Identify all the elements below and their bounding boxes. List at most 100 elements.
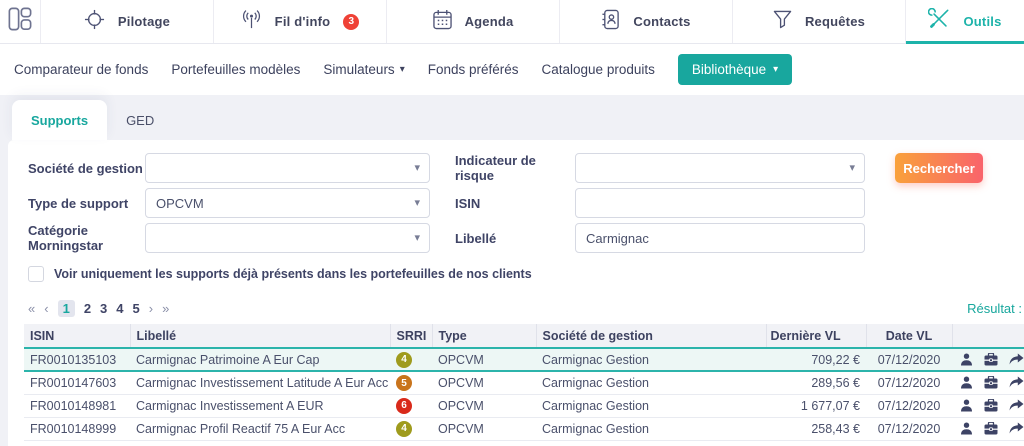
cell-type: OPCVM <box>432 371 536 394</box>
page-button-2[interactable]: 2 <box>84 301 91 316</box>
table-row[interactable]: FR0010135103 Carmignac Patrimoine A Eur … <box>24 348 1024 371</box>
cell-libelle: Carmignac Patrimoine A Eur Cap <box>130 348 390 371</box>
nav-item-requetes[interactable]: Requêtes <box>732 0 905 43</box>
cell-isin: FR0010135103 <box>24 348 130 371</box>
nav-item-agenda[interactable]: Agenda <box>386 0 559 43</box>
share-icon[interactable] <box>1009 422 1024 435</box>
srri-badge: 5 <box>396 375 412 391</box>
last-page-button[interactable]: » <box>162 301 169 316</box>
tab-supports[interactable]: Supports <box>12 100 107 140</box>
nav-item-outils[interactable]: Outils <box>905 0 1024 43</box>
select-value: OPCVM <box>156 196 204 211</box>
type-de-support-label: Type de support <box>28 196 145 211</box>
chevron-down-icon: ▾ <box>414 196 420 209</box>
column-header-libelle[interactable]: Libellé <box>130 324 390 348</box>
isin-label: ISIN <box>455 196 575 211</box>
share-icon[interactable] <box>1009 376 1024 389</box>
column-header-derniere-vl[interactable]: Dernière VL <box>766 324 866 348</box>
libelle-field-wrap <box>575 223 865 253</box>
chevron-down-icon: ▾ <box>414 231 420 244</box>
prev-page-button[interactable]: ‹ <box>44 301 48 316</box>
nav-item-label: Pilotage <box>118 14 170 29</box>
clients-only-checkbox-label: Voir uniquement les supports déjà présen… <box>54 267 532 281</box>
app-logo[interactable] <box>0 0 40 43</box>
briefcase-icon[interactable] <box>984 422 998 435</box>
cell-societe: Carmignac Gestion <box>536 371 766 394</box>
content-panel: Société de gestion ▾ Indicateur de risqu… <box>8 140 1024 446</box>
chevron-down-icon: ▾ <box>773 64 778 75</box>
page-button-1[interactable]: 1 <box>58 300 75 317</box>
cell-libelle: Carmignac Profil Reactif 75 A Eur Acc <box>130 417 390 440</box>
share-icon[interactable] <box>1009 399 1024 412</box>
user-icon[interactable] <box>960 422 973 435</box>
societe-de-gestion-select[interactable]: ▾ <box>145 153 430 183</box>
isin-input[interactable] <box>586 196 840 211</box>
column-header-date-vl[interactable]: Date VL <box>866 324 952 348</box>
table-row[interactable]: FR0010147603 Carmignac Investissement La… <box>24 371 1024 394</box>
isin-field-wrap <box>575 188 865 218</box>
cell-societe: Carmignac Gestion <box>536 394 766 417</box>
column-header-srri[interactable]: SRRI <box>390 324 432 348</box>
column-header-societe[interactable]: Société de gestion <box>536 324 766 348</box>
bibliotheque-button-label: Bibliothèque <box>692 62 766 77</box>
indicateur-de-risque-label: Indicateur de risque <box>455 153 575 183</box>
page-button-5[interactable]: 5 <box>133 301 140 316</box>
clients-only-checkbox[interactable] <box>28 266 44 282</box>
share-icon[interactable] <box>1009 353 1024 366</box>
top-nav: Pilotage Fil d'info 3 A <box>0 0 1024 44</box>
subnav-fonds-preferes[interactable]: Fonds préférés <box>428 62 519 77</box>
cell-libelle: Carmignac Investissement Latitude A Eur … <box>130 371 390 394</box>
nav-item-label: Outils <box>963 14 1001 29</box>
nav-item-contacts[interactable]: Contacts <box>559 0 732 43</box>
tab-ged[interactable]: GED <box>107 100 173 140</box>
supports-table: ISIN Libellé SRRI Type Société de gestio… <box>24 324 1024 441</box>
table-header-row: ISIN Libellé SRRI Type Société de gestio… <box>24 324 1024 348</box>
page-button-3[interactable]: 3 <box>100 301 107 316</box>
column-header-actions <box>952 324 1024 348</box>
row-actions <box>958 376 1024 389</box>
filter-form: Société de gestion ▾ Indicateur de risqu… <box>8 140 1024 253</box>
bibliotheque-button[interactable]: Bibliothèque ▾ <box>678 54 792 85</box>
cell-type: OPCVM <box>432 394 536 417</box>
briefcase-icon[interactable] <box>984 353 998 366</box>
cell-type: OPCVM <box>432 417 536 440</box>
subnav-catalogue-produits[interactable]: Catalogue produits <box>542 62 655 77</box>
table-row[interactable]: FR0010148999 Carmignac Profil Reactif 75… <box>24 417 1024 440</box>
first-page-button[interactable]: « <box>28 301 35 316</box>
subnav-simulateurs[interactable]: Simulateurs ▾ <box>323 62 404 77</box>
user-icon[interactable] <box>960 399 973 412</box>
column-header-isin[interactable]: ISIN <box>24 324 130 348</box>
categorie-morningstar-select[interactable]: ▾ <box>145 223 430 253</box>
nav-item-label: Fil d'info <box>275 14 331 29</box>
cell-date-vl: 07/12/2020 <box>866 417 952 440</box>
nav-item-pilotage[interactable]: Pilotage <box>40 0 213 43</box>
cell-libelle: Carmignac Investissement A EUR <box>130 394 390 417</box>
libelle-input[interactable] <box>586 231 840 246</box>
page-button-4[interactable]: 4 <box>116 301 123 316</box>
next-page-button[interactable]: › <box>149 301 153 316</box>
rechercher-button[interactable]: Rechercher <box>895 153 983 183</box>
categorie-morningstar-label: Catégorie Morningstar <box>28 223 145 253</box>
subnav-link-label: Catalogue produits <box>542 62 655 77</box>
tools-icon <box>928 8 950 35</box>
nav-item-label: Contacts <box>633 14 690 29</box>
srri-badge: 6 <box>396 398 412 414</box>
column-header-type[interactable]: Type <box>432 324 536 348</box>
user-icon[interactable] <box>960 376 973 389</box>
secondary-nav: Comparateur de fonds Portefeuilles modèl… <box>0 44 1024 95</box>
cell-isin: FR0010148999 <box>24 417 130 440</box>
results-count-label: Résultat : <box>967 301 1022 316</box>
briefcase-icon[interactable] <box>984 399 998 412</box>
contacts-icon <box>601 9 620 35</box>
briefcase-icon[interactable] <box>984 376 998 389</box>
indicateur-de-risque-select[interactable]: ▾ <box>575 153 865 183</box>
notification-badge: 3 <box>343 14 359 30</box>
target-icon <box>84 9 105 35</box>
table-row[interactable]: FR0010148981 Carmignac Investissement A … <box>24 394 1024 417</box>
subnav-comparateur-de-fonds[interactable]: Comparateur de fonds <box>14 62 148 77</box>
nav-item-fil-dinfo[interactable]: Fil d'info 3 <box>213 0 386 43</box>
subnav-portefeuilles-modeles[interactable]: Portefeuilles modèles <box>171 62 300 77</box>
user-icon[interactable] <box>960 353 973 366</box>
type-de-support-select[interactable]: OPCVM ▾ <box>145 188 430 218</box>
nav-item-label: Agenda <box>465 14 514 29</box>
